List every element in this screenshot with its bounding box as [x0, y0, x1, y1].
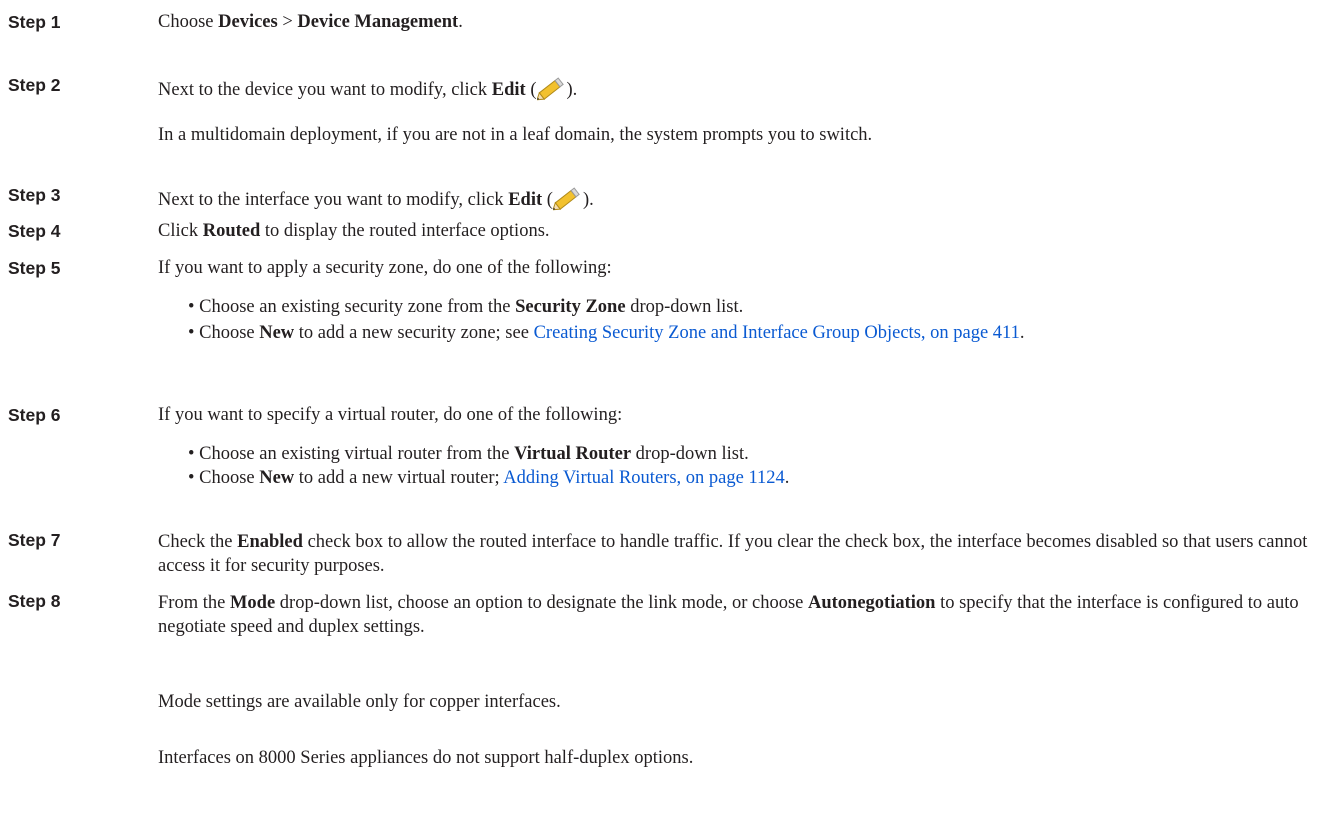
autonegotiation-label: Autonegotiation [807, 593, 936, 613]
step-1-text: Choose Devices > Device Management. [158, 12, 463, 32]
edit-label: Edit [508, 190, 543, 210]
virtual-routers-link[interactable]: Adding Virtual Routers, on page 1124 [503, 468, 785, 488]
device-management-menu: Device Management [297, 12, 459, 32]
step-2-label: Step 2 [8, 75, 61, 95]
step-6-text: If you want to specify a virtual router,… [158, 405, 623, 425]
step-3-text: Next to the interface you want to modify… [158, 185, 594, 211]
step-2-note: In a multidomain deployment, if you are … [158, 125, 873, 145]
enabled-label: Enabled [237, 532, 303, 552]
step-3-label: Step 3 [8, 185, 61, 205]
edit-label: Edit [491, 80, 526, 100]
step-5-label: Step 5 [8, 258, 61, 278]
devices-menu: Devices [218, 12, 278, 32]
step-8-text: From the Mode drop-down list, choose an … [158, 593, 1299, 637]
list-item: • Choose New to add a new security zone;… [188, 323, 1025, 343]
step-6-label: Step 6 [8, 405, 61, 425]
step-1-label: Step 1 [8, 12, 61, 32]
step-8-note-copper: Mode settings are available only for cop… [158, 692, 561, 712]
list-item: • Choose New to add a new virtual router… [188, 468, 790, 488]
mode-label: Mode [229, 593, 276, 613]
step-5-text: If you want to apply a security zone, do… [158, 258, 612, 278]
step-8-note-duplex: Interfaces on 8000 Series appliances do … [158, 748, 694, 768]
security-zone-link[interactable]: Creating Security Zone and Interface Gro… [534, 323, 1020, 343]
routed-label: Routed [202, 221, 261, 241]
step-4-label: Step 4 [8, 221, 61, 241]
step-7-text: Check the Enabled check box to allow the… [158, 532, 1308, 576]
list-item: • Choose an existing security zone from … [188, 297, 744, 317]
step-8-label: Step 8 [8, 591, 61, 611]
pencil-icon [536, 77, 564, 101]
step-4-text: Click Routed to display the routed inter… [158, 221, 550, 241]
list-item: • Choose an existing virtual router from… [188, 444, 749, 464]
pencil-icon [552, 187, 580, 211]
step-7-label: Step 7 [8, 530, 61, 550]
step-2-text: Next to the device you want to modify, c… [158, 75, 577, 101]
